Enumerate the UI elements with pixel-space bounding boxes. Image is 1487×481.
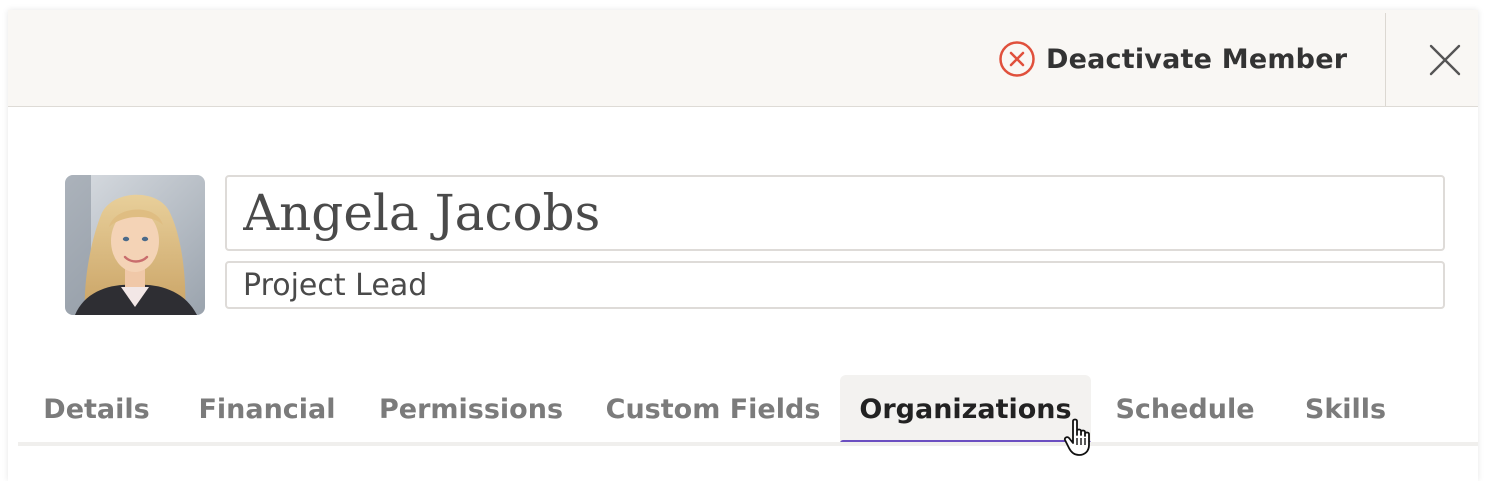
close-button[interactable]	[1426, 41, 1464, 79]
tab-permissions[interactable]: Permissions	[378, 375, 564, 443]
tab-label: Custom Fields	[605, 393, 821, 425]
tab-label: Permissions	[378, 393, 564, 425]
member-name-input[interactable]	[225, 175, 1445, 251]
panel-header: Deactivate Member	[8, 10, 1478, 107]
tab-label: Organizations	[859, 393, 1072, 425]
tab-label: Skills	[1304, 393, 1387, 425]
x-circle-icon	[999, 41, 1035, 77]
tab-organizations[interactable]: Organizations	[840, 375, 1091, 446]
tab-custom-fields[interactable]: Custom Fields	[605, 375, 821, 443]
avatar-photo	[65, 175, 205, 315]
deactivate-member-button[interactable]: Deactivate Member	[998, 40, 1347, 78]
header-divider	[1385, 13, 1386, 106]
tab-bar: Details Financial Permissions Custom Fie…	[8, 375, 1478, 446]
tab-financial[interactable]: Financial	[198, 375, 336, 443]
tab-label: Details	[43, 393, 150, 425]
close-icon	[1429, 44, 1461, 76]
avatar[interactable]	[65, 175, 205, 315]
tab-schedule[interactable]: Schedule	[1115, 375, 1255, 443]
member-panel: Deactivate Member Angela Jacobs Project …	[8, 10, 1478, 481]
member-title-input[interactable]	[225, 261, 1445, 309]
tab-bar-divider	[18, 442, 1478, 446]
tab-skills[interactable]: Skills	[1302, 375, 1389, 443]
tab-label: Schedule	[1115, 393, 1255, 425]
tab-label: Financial	[198, 393, 336, 425]
deactivate-member-label: Deactivate Member	[1046, 43, 1348, 75]
hand-pointer-icon	[1063, 418, 1097, 458]
tab-details[interactable]: Details	[38, 375, 155, 443]
